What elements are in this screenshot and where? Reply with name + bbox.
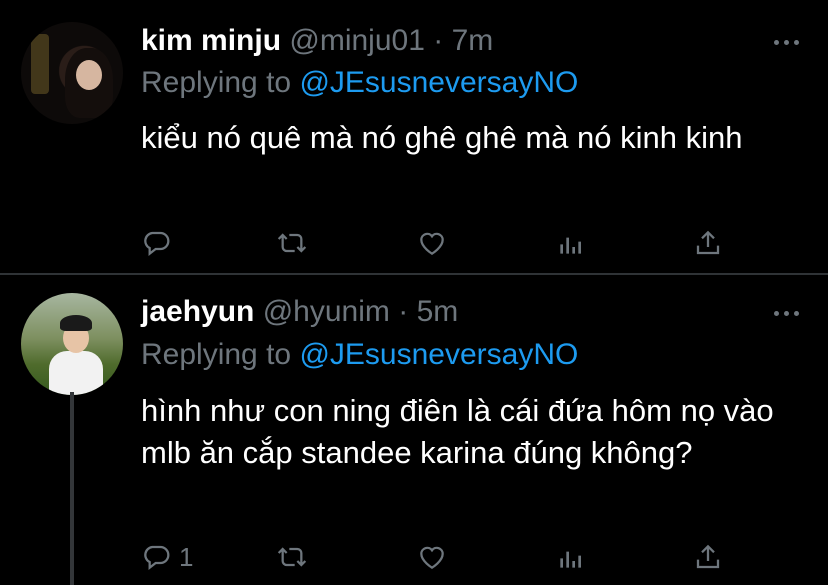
tweet-header: kim minju @minju01 · 7m [141, 24, 493, 58]
user-handle[interactable]: @minju01 [289, 24, 425, 57]
retweet-icon [277, 233, 307, 253]
replying-to: Replying to @JEsusneversayNO [141, 338, 578, 372]
analytics-icon [560, 237, 581, 254]
mention-link[interactable]: @JEsusneversayNO [299, 66, 578, 99]
timestamp[interactable]: 5m [417, 295, 459, 328]
separator-dot: · [398, 295, 409, 328]
share-icon [696, 230, 720, 255]
reply-button[interactable]: 1 [141, 537, 193, 577]
like-icon [420, 546, 444, 569]
separator-dot: · [433, 24, 444, 57]
analytics-icon [560, 551, 581, 568]
avatar[interactable] [21, 22, 123, 124]
replying-to: Replying to @JEsusneversayNO [141, 66, 578, 100]
share-button[interactable] [692, 223, 724, 263]
tweet[interactable]: jaehyun @hyunim · 5m Replying to @JEsusn… [0, 275, 828, 585]
reply-count: 1 [179, 541, 194, 572]
share-icon [696, 544, 720, 569]
avatar-shirt [49, 351, 103, 395]
timestamp[interactable]: 7m [452, 24, 494, 57]
analytics-button[interactable] [555, 537, 587, 577]
avatar-background [31, 34, 49, 94]
like-button[interactable] [416, 223, 448, 263]
avatar[interactable] [21, 293, 123, 395]
reply-button[interactable] [141, 223, 179, 263]
mention-link[interactable]: @JEsusneversayNO [299, 338, 578, 371]
reply-icon [144, 545, 170, 570]
tweet[interactable]: kim minju @minju01 · 7m Replying to @JEs… [0, 0, 828, 273]
avatar-hair [60, 315, 92, 331]
display-name[interactable]: jaehyun [141, 295, 254, 328]
tweet-text: hình như con ning điên là cái đứa hôm nọ… [141, 393, 774, 470]
replying-prefix: Replying to [141, 66, 300, 99]
analytics-button[interactable] [555, 223, 587, 263]
more-icon[interactable] [774, 311, 800, 319]
retweet-button[interactable] [276, 223, 308, 263]
share-button[interactable] [692, 537, 724, 577]
display-name[interactable]: kim minju [141, 24, 281, 57]
user-handle[interactable]: @hyunim [263, 295, 390, 328]
tweet-actions [0, 223, 828, 263]
replying-prefix: Replying to [141, 338, 300, 371]
like-icon [420, 232, 444, 255]
retweet-icon [277, 547, 307, 567]
tweet-header: jaehyun @hyunim · 5m [141, 295, 458, 329]
retweet-button[interactable] [276, 537, 308, 577]
tweet-actions: 1 [0, 537, 828, 577]
avatar-face [76, 60, 102, 90]
tweet-text: kiểu nó quê mà nó ghê ghê mà nó kinh kin… [141, 120, 743, 155]
more-icon[interactable] [774, 40, 800, 48]
reply-icon [144, 231, 170, 256]
like-button[interactable] [416, 537, 448, 577]
